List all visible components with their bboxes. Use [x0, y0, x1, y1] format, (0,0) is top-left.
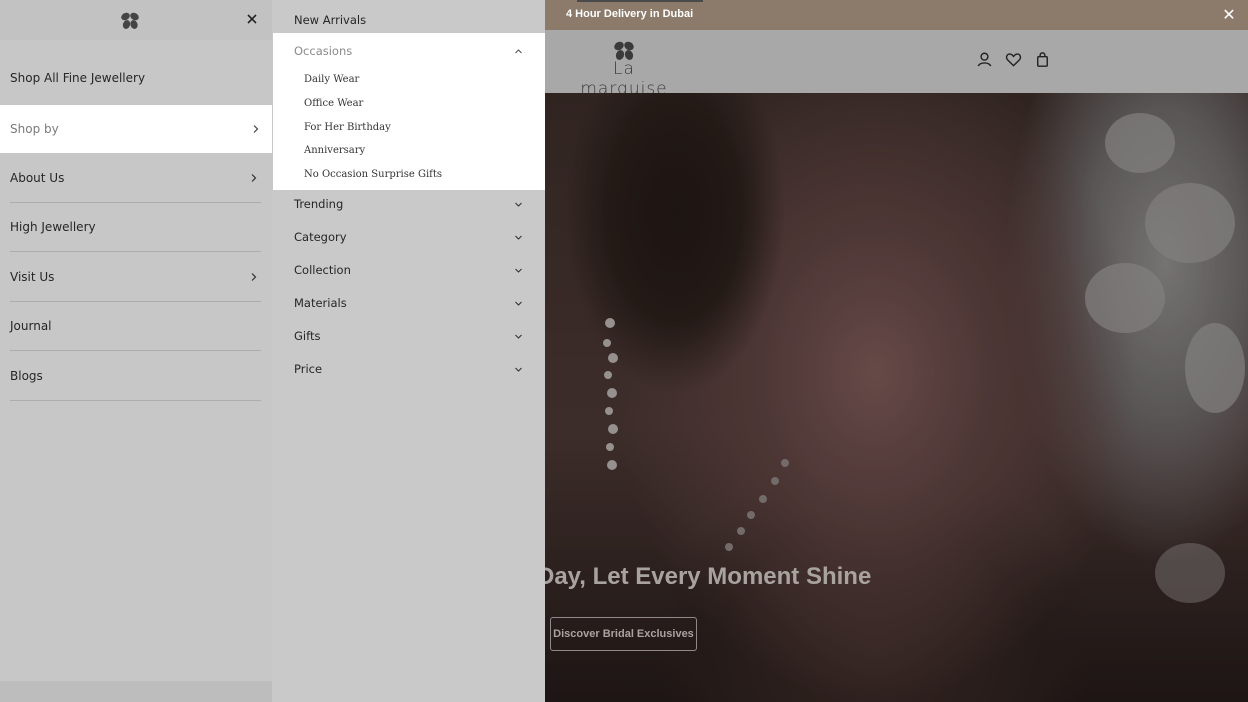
- submenu-trending[interactable]: Trending: [294, 188, 524, 221]
- hero-shade: [545, 93, 1248, 702]
- announcement-close-icon[interactable]: ✕: [1220, 6, 1238, 24]
- chevron-right-icon: [253, 125, 259, 133]
- drawer-footer: [0, 681, 272, 702]
- menu-drawer: Shop All Fine Jewellery Shop by About Us…: [0, 0, 272, 702]
- submenu-link-office-wear[interactable]: Office Wear: [304, 93, 524, 115]
- menu-item-blogs[interactable]: Blogs: [10, 352, 261, 401]
- submenu-gifts[interactable]: Gifts: [294, 320, 524, 353]
- chevron-right-icon: [251, 273, 257, 281]
- menu-item-label: About Us: [10, 171, 65, 185]
- submenu-label: Price: [294, 362, 323, 376]
- chevron-down-icon: [515, 334, 522, 339]
- submenu-drawer: New Arrivals Occasions Daily Wear Office…: [273, 0, 545, 702]
- announcement-bar: 4 Hour Delivery in Dubai ✕: [545, 0, 1248, 30]
- background-page: 4 Hour Delivery in Dubai ✕ La marquise D…: [545, 0, 1248, 702]
- chevron-right-icon: [251, 174, 257, 182]
- menu-item-label: Blogs: [10, 369, 43, 383]
- submenu-price[interactable]: Price: [294, 353, 524, 386]
- chevron-down-icon: [515, 301, 522, 306]
- submenu-label: Gifts: [294, 329, 321, 343]
- menu-item-about-us[interactable]: About Us: [10, 154, 261, 203]
- chevron-down-icon: [515, 268, 522, 273]
- menu-item-label: High Jewellery: [10, 220, 96, 234]
- menu-item-high-jewellery[interactable]: High Jewellery: [10, 203, 261, 252]
- chevron-down-icon: [515, 367, 522, 372]
- hero-banner: Day, Let Every Moment Shine Discover Bri…: [545, 93, 1248, 702]
- close-icon[interactable]: [244, 11, 260, 27]
- bag-icon[interactable]: [1033, 50, 1052, 69]
- submenu-label: Trending: [294, 197, 344, 211]
- user-icon[interactable]: [975, 50, 994, 69]
- announcement-progress: [577, 0, 703, 2]
- submenu-link-surprise-gifts[interactable]: No Occasion Surprise Gifts: [304, 164, 524, 186]
- submenu-materials[interactable]: Materials: [294, 287, 524, 320]
- clover-logo-icon[interactable]: [119, 11, 141, 29]
- menu-item-shop-by[interactable]: Shop by: [0, 105, 272, 153]
- brand-logo[interactable]: La marquise: [569, 38, 679, 99]
- menu-item-label: Shop All Fine Jewellery: [10, 71, 146, 85]
- submenu-link-daily-wear[interactable]: Daily Wear: [304, 69, 524, 91]
- submenu-label: Materials: [294, 296, 347, 310]
- announcement-text: 4 Hour Delivery in Dubai: [566, 8, 694, 20]
- menu-item-label: Shop by: [10, 122, 59, 136]
- drawer-header: [0, 0, 272, 40]
- hero-title: Day, Let Every Moment Shine: [545, 563, 872, 590]
- site-header: La marquise: [545, 30, 1248, 99]
- chevron-up-icon: [515, 49, 522, 54]
- menu-item-label: Visit Us: [10, 270, 55, 284]
- chevron-down-icon: [515, 202, 522, 207]
- submenu-link-birthday[interactable]: For Her Birthday: [304, 117, 524, 139]
- submenu-label: Category: [294, 230, 347, 244]
- submenu-link-anniversary[interactable]: Anniversary: [304, 140, 524, 162]
- submenu-occasions[interactable]: Occasions: [294, 33, 524, 69]
- chevron-down-icon: [515, 235, 522, 240]
- menu-item-journal[interactable]: Journal: [10, 302, 261, 351]
- submenu-occasions-panel: Occasions Daily Wear Office Wear For Her…: [273, 33, 545, 190]
- menu-item-visit-us[interactable]: Visit Us: [10, 253, 261, 302]
- discover-bridal-button[interactable]: Discover Bridal Exclusives: [550, 617, 697, 651]
- header-icons: [975, 50, 1052, 69]
- heart-icon[interactable]: [1004, 50, 1023, 69]
- submenu-category[interactable]: Category: [294, 221, 524, 254]
- menu-item-label: Journal: [10, 319, 52, 333]
- submenu-label: Collection: [294, 263, 351, 277]
- submenu-label: Occasions: [294, 44, 353, 58]
- menu-item-shop-all[interactable]: Shop All Fine Jewellery: [10, 54, 261, 103]
- submenu-collection[interactable]: Collection: [294, 254, 524, 287]
